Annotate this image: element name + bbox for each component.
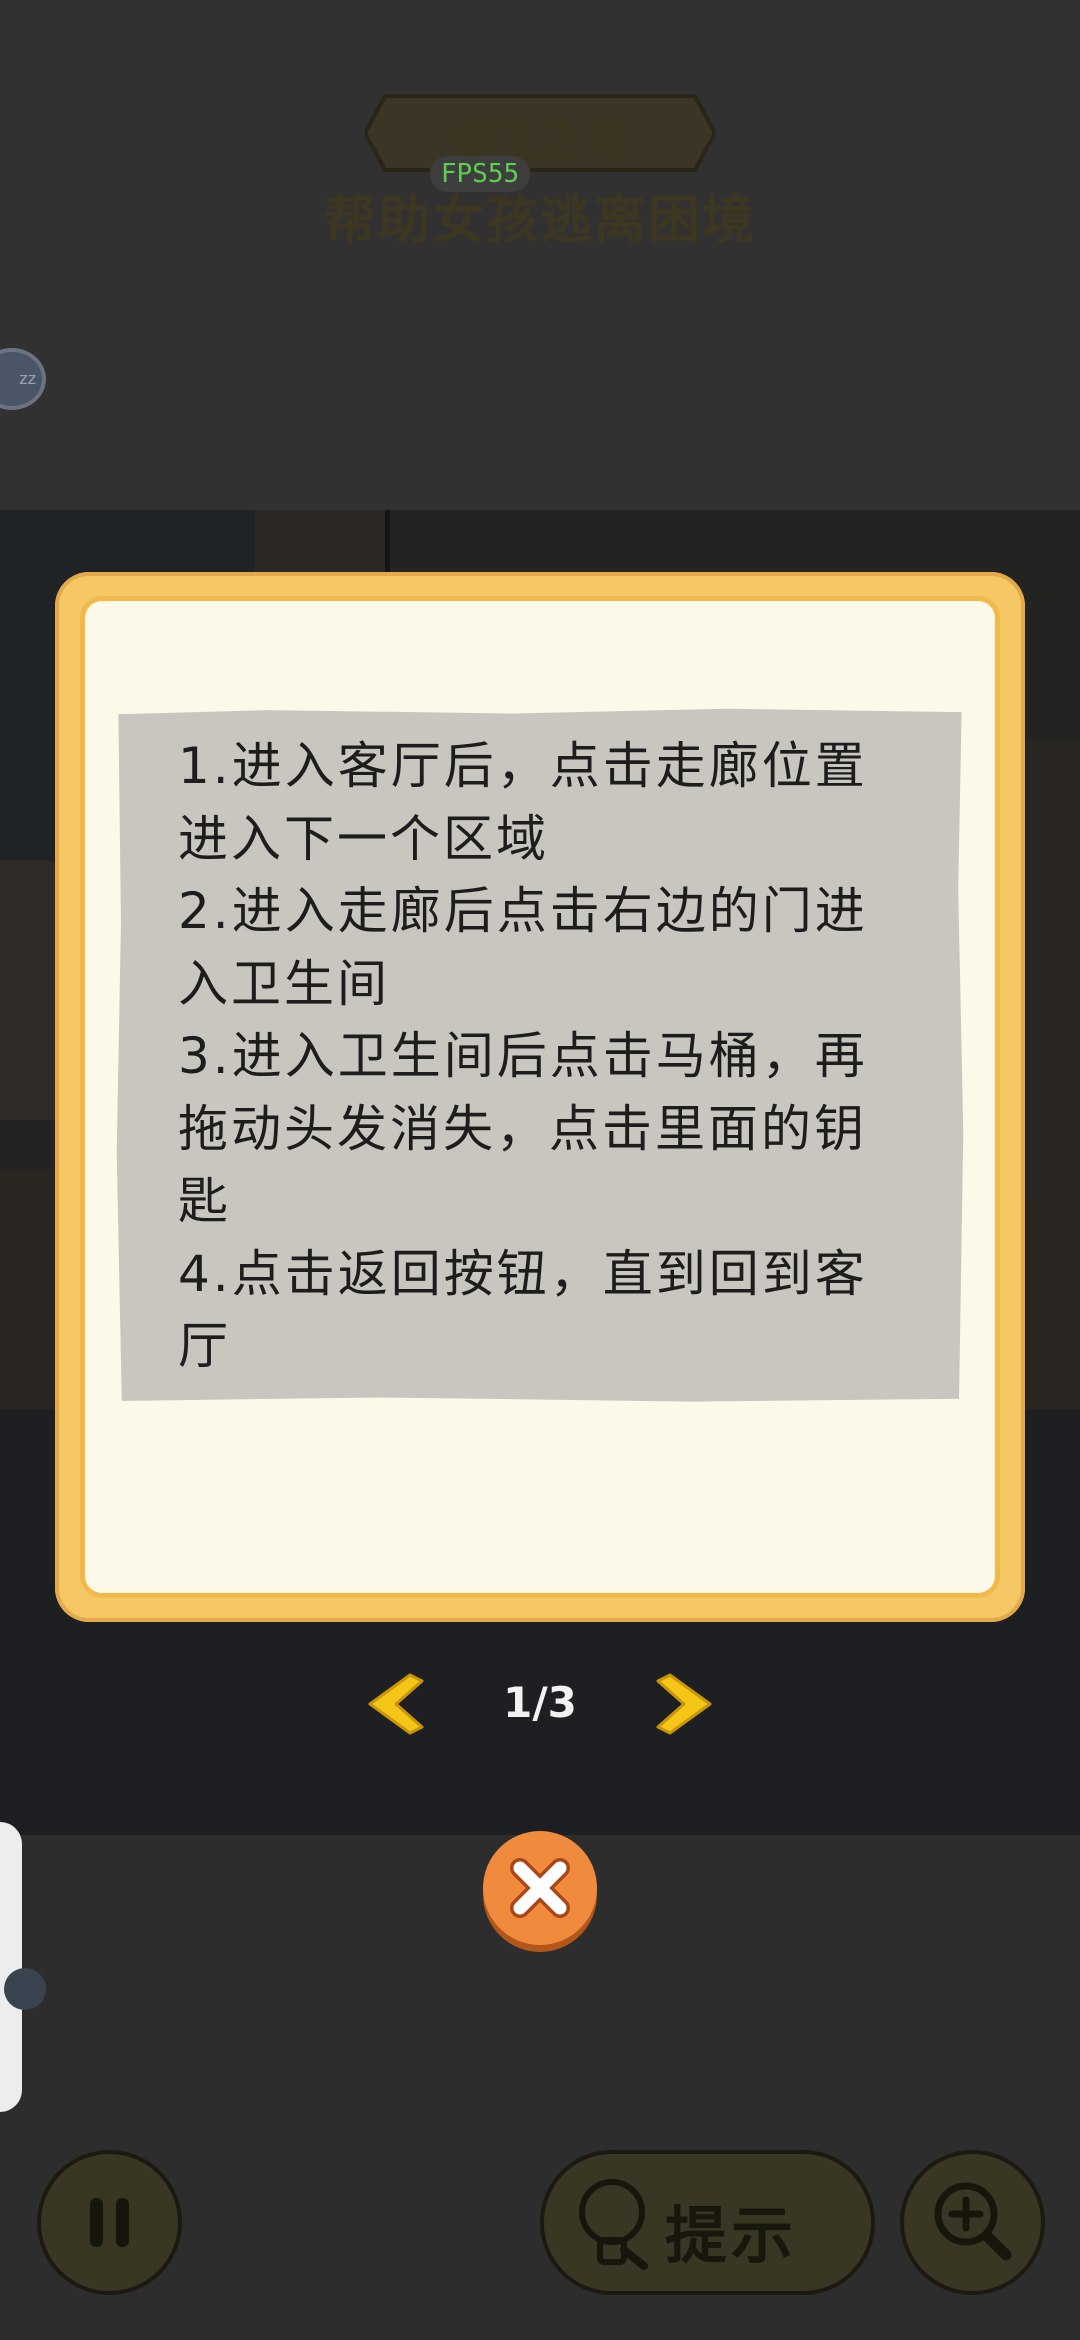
pause-icon [90,2198,129,2247]
next-page-arrow-icon[interactable] [654,1671,714,1737]
level-subtitle: 帮助女孩逃离困境 [323,191,756,251]
level-title: 第22关 [449,113,631,173]
cabinet [1020,740,1080,1200]
top-header-area [0,0,1080,510]
zoom-in-icon [934,2182,1012,2261]
side-drawer-tab[interactable] [0,1822,22,2112]
hint-text: 1.进入客厅后，点击走廊位置 进入下一个区域 2.进入走廊后点击右边的门进 入卫… [178,737,868,1375]
hint-button-label: 提示 [665,2199,798,2272]
page-indicator: 1/3 [503,1678,577,1727]
side-indicator-dot [4,1968,46,2010]
close-icon [510,1858,570,1918]
previous-page-arrow-icon[interactable] [366,1671,426,1737]
close-button[interactable] [483,1831,597,1945]
fps-counter: FPS55 [430,156,530,192]
zoom-button[interactable] [900,2150,1045,2295]
pause-button[interactable] [37,2150,182,2295]
lightbulb-icon [579,2179,648,2270]
